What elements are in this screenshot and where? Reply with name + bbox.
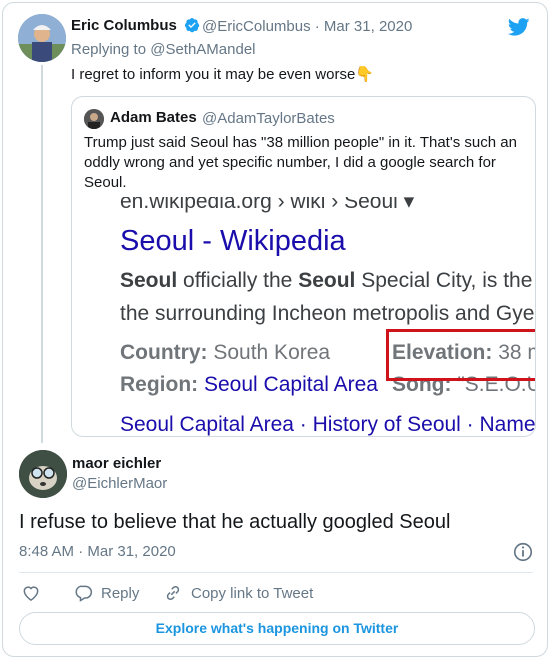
quoted-tweet[interactable]: Adam Bates @AdamTaylorBates Trump just s… bbox=[71, 96, 536, 437]
search-result-snippet-2: the surrounding Incheon metropolis and G… bbox=[120, 302, 535, 325]
reply-label: Reply bbox=[101, 584, 140, 602]
avatar-eric-columbus[interactable] bbox=[18, 14, 66, 62]
tweet-timestamp[interactable]: 8:48 AM · Mar 31, 2020 bbox=[19, 543, 176, 560]
search-result-url: en.wikipedia.org › wiki › Seoul ▾ bbox=[120, 197, 415, 213]
search-result-title: Seoul - Wikipedia bbox=[120, 225, 346, 257]
quoted-author-name: Adam Bates bbox=[110, 109, 197, 126]
parent-tweet-text: I regret to inform you it may be even wo… bbox=[71, 66, 374, 83]
avatar-maor-eichler[interactable] bbox=[19, 450, 67, 498]
thread-line bbox=[41, 65, 43, 443]
region-label: Region: bbox=[120, 373, 199, 396]
reply-icon bbox=[75, 585, 93, 602]
copy-link-label: Copy link to Tweet bbox=[191, 584, 314, 602]
country-row: Country: South Korea bbox=[120, 341, 330, 365]
parent-author-name[interactable]: Eric Columbus bbox=[71, 17, 200, 34]
snippet-text-2: Special City, is the c bbox=[355, 269, 535, 292]
snippet-bold-2: Seoul bbox=[298, 269, 356, 292]
google-search-screenshot: en.wikipedia.org › wiki › Seoul ▾ Seoul … bbox=[72, 197, 535, 436]
search-result-snippet-1: Seoul officially the Seoul Special City,… bbox=[120, 269, 535, 293]
country-value: South Korea bbox=[213, 341, 331, 364]
region-row: Region: Seoul Capital Area bbox=[120, 373, 378, 397]
twitter-bird-icon[interactable] bbox=[507, 16, 531, 38]
region-value: Seoul Capital Area bbox=[204, 373, 378, 396]
tweet-embed-card: Eric Columbus @EricColumbus · Mar 31, 20… bbox=[2, 2, 548, 657]
snippet-bold-1: Seoul bbox=[120, 269, 178, 292]
parent-author-name-text: Eric Columbus bbox=[71, 17, 177, 34]
copy-link-button[interactable]: Copy link to Tweet bbox=[163, 583, 313, 603]
avatar-adam-bates bbox=[84, 109, 104, 129]
search-result-sitelinks: Seoul Capital Area · History of Seoul · … bbox=[120, 413, 535, 436]
explore-twitter-button[interactable]: Explore what's happening on Twitter bbox=[19, 612, 535, 645]
author-name[interactable]: maor eichler bbox=[72, 455, 161, 472]
quoted-tweet-text: Trump just said Seoul has "38 million pe… bbox=[84, 134, 517, 191]
elevation-highlight-box bbox=[386, 329, 535, 381]
like-button[interactable] bbox=[21, 583, 49, 603]
verified-badge-icon bbox=[185, 18, 200, 33]
parent-author-handle[interactable]: @EricColumbus · Mar 31, 2020 bbox=[202, 18, 412, 35]
heart-icon bbox=[23, 586, 39, 601]
author-handle[interactable]: @EichlerMaor bbox=[72, 475, 167, 492]
link-icon bbox=[166, 585, 180, 601]
tweet-text: I refuse to believe that he actually goo… bbox=[19, 511, 451, 533]
reply-button[interactable]: Reply bbox=[73, 583, 139, 603]
country-label: Country: bbox=[120, 341, 208, 364]
info-icon[interactable] bbox=[512, 541, 534, 563]
divider bbox=[19, 572, 533, 573]
quoted-author-handle: @AdamTaylorBates bbox=[202, 110, 335, 127]
replying-to[interactable]: Replying to @SethAMandel bbox=[71, 41, 256, 58]
snippet-text-1: officially the bbox=[177, 269, 299, 292]
